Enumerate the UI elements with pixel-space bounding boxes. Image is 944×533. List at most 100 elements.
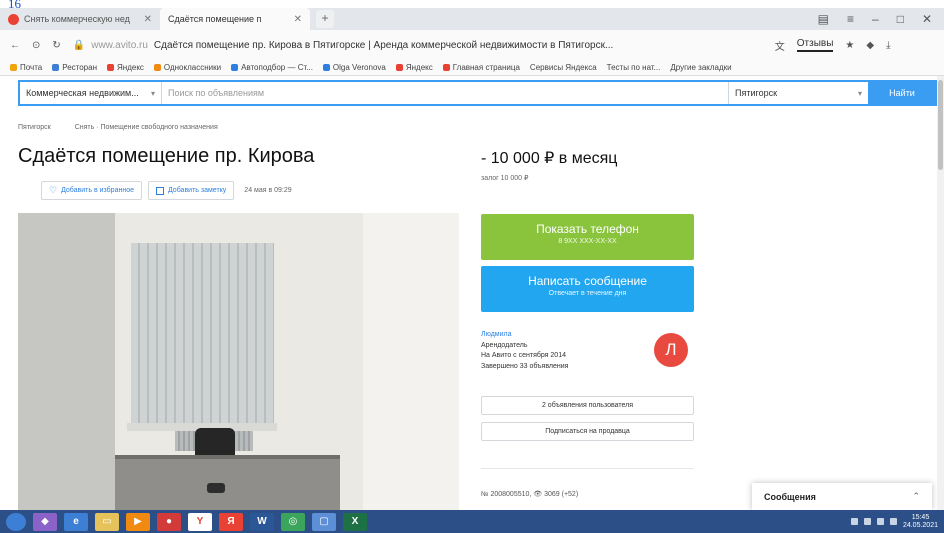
breadcrumb-item[interactable]: Снять · Помещение свободного назначения bbox=[75, 124, 218, 131]
window-controls: ▤ ≡ – □ ✕ bbox=[818, 12, 944, 26]
bookmark-star-icon[interactable]: ★ bbox=[845, 40, 854, 51]
listing-photo[interactable]: avito bbox=[18, 213, 459, 510]
seller-role: Арендодатель bbox=[481, 341, 528, 349]
globe-icon[interactable]: ◎ bbox=[281, 512, 305, 531]
excel-icon[interactable]: X bbox=[343, 512, 367, 531]
heart-icon: ♡ bbox=[49, 185, 58, 195]
address-bar[interactable]: 🔒 www.avito.ru Сдаётся помещение пр. Кир… bbox=[73, 40, 763, 51]
yandex-browser-icon[interactable]: Y bbox=[188, 512, 212, 531]
tab-1-label: Снять коммерческую нед bbox=[24, 14, 130, 24]
seller-since: На Авито с сентября 2014 bbox=[481, 352, 566, 359]
extension-icon[interactable]: ◆ bbox=[866, 40, 874, 51]
window-icon[interactable]: ▢ bbox=[312, 512, 336, 531]
listing-actions: ♡ Добавить в избранное Добавить заметку … bbox=[41, 181, 292, 200]
translate-icon[interactable]: 文 bbox=[775, 38, 785, 53]
listing-title: Сдаётся помещение пр. Кирова bbox=[18, 145, 315, 167]
taskbar-app-icon[interactable]: ● bbox=[157, 512, 181, 531]
category-value: Коммерческая недвижим... bbox=[26, 88, 139, 98]
reviews-button[interactable]: Отзывы bbox=[796, 38, 834, 52]
tray-icon[interactable] bbox=[876, 518, 884, 525]
bookmark-item[interactable]: Ресторан bbox=[52, 63, 97, 72]
taskbar: ◆ e ▭ ▶ ● Y Я W ◎ ▢ X 15:45 24.05.2021 bbox=[0, 510, 944, 533]
office-chair bbox=[195, 428, 235, 458]
office-desk bbox=[115, 455, 340, 510]
bookmark-item[interactable]: Тесты по нат... bbox=[607, 63, 661, 72]
bookmark-item[interactable]: Главная страница bbox=[442, 63, 520, 72]
bookmark-item[interactable]: Почта bbox=[10, 63, 42, 72]
search-button[interactable]: Найти bbox=[868, 82, 936, 104]
show-phone-button[interactable]: Показать телефон 8 9XX XXX-XX-XX bbox=[481, 214, 694, 260]
tab-2-label: Сдаётся помещение п bbox=[168, 14, 262, 24]
back-icon[interactable]: ← bbox=[10, 40, 20, 51]
browser-logo-icon bbox=[8, 13, 19, 25]
address-row: ← ⊙ ↻ 🔒 www.avito.ru Сдаётся помещение п… bbox=[0, 30, 944, 60]
address-page-title: Сдаётся помещение пр. Кирова в Пятигорск… bbox=[153, 39, 614, 51]
divider bbox=[481, 468, 694, 469]
seller-listings-button[interactable]: 2 объявления пользователя bbox=[481, 396, 694, 415]
chevron-down-icon: ▾ bbox=[150, 88, 155, 98]
listing-date: 24 мая в 09:29 bbox=[244, 187, 292, 194]
city-value: Пятигорск bbox=[735, 88, 778, 98]
add-favorite-button[interactable]: ♡ Добавить в избранное bbox=[41, 181, 142, 200]
maximize-icon[interactable]: □ bbox=[897, 12, 904, 26]
tray-icon[interactable] bbox=[850, 518, 858, 525]
category-select[interactable]: Коммерческая недвижим... ▾ bbox=[20, 82, 162, 104]
home-icon[interactable]: ⊙ bbox=[32, 40, 40, 51]
start-button[interactable] bbox=[6, 512, 26, 531]
close-icon[interactable]: ✕ bbox=[144, 14, 152, 25]
listing-price: - 10 000 ₽ в месяц bbox=[481, 150, 618, 167]
seller-completed: Завершено 33 объявления bbox=[481, 362, 569, 370]
breadcrumb: Пятигорск Снять · Помещение свободного н… bbox=[18, 124, 218, 131]
city-select[interactable]: Пятигорск ▾ bbox=[728, 82, 868, 104]
subscribe-seller-button[interactable]: Подписаться на продавца bbox=[481, 422, 694, 441]
browser-tab-strip: Снять коммерческую нед ✕ Сдаётся помещен… bbox=[0, 8, 944, 30]
system-tray: 15:45 24.05.2021 bbox=[850, 514, 938, 530]
yandex-icon[interactable]: Я bbox=[219, 512, 243, 531]
word-icon[interactable]: W bbox=[250, 512, 274, 531]
bookmark-item[interactable]: Сервисы Яндекса bbox=[530, 63, 597, 72]
bookmark-item[interactable]: Olga Veronova bbox=[322, 63, 386, 72]
download-icon[interactable]: ⤓ bbox=[886, 40, 890, 51]
new-tab-button[interactable]: + bbox=[316, 10, 334, 28]
breadcrumb-item[interactable]: Пятигорск bbox=[18, 124, 51, 131]
browser-tab-2[interactable]: Сдаётся помещение п ✕ bbox=[160, 8, 310, 30]
tray-icon[interactable] bbox=[863, 518, 871, 525]
seller-info: Людмила Арендодатель На Авито с сентября… bbox=[481, 330, 568, 372]
taskbar-app-icon[interactable]: ◆ bbox=[33, 512, 57, 531]
bookmark-item[interactable]: Одноклассники bbox=[153, 63, 221, 72]
bookmark-item[interactable]: Автоподбор — Ст... bbox=[231, 63, 313, 72]
chevron-down-icon: ▾ bbox=[857, 88, 862, 98]
window-blinds bbox=[131, 243, 274, 425]
avatar[interactable]: Л bbox=[654, 333, 688, 367]
bookmarks-bar: Почта Ресторан Яндекс Одноклассники Авто… bbox=[0, 60, 944, 76]
clock[interactable]: 15:45 24.05.2021 bbox=[903, 514, 938, 530]
bookmarks-icon[interactable]: ▤ bbox=[818, 12, 829, 26]
media-player-icon[interactable]: ▶ bbox=[126, 512, 150, 531]
taskbar-explorer-icon[interactable]: e bbox=[64, 512, 88, 531]
listing-deposit: залог 10 000 ₽ bbox=[481, 175, 529, 182]
close-icon[interactable]: ✕ bbox=[294, 14, 302, 25]
folder-icon[interactable]: ▭ bbox=[95, 512, 119, 531]
messages-label: Сообщения bbox=[764, 491, 816, 502]
write-message-button[interactable]: Написать сообщение Отвечает в течение дн… bbox=[481, 266, 694, 312]
chevron-up-icon[interactable]: ⌃ bbox=[912, 491, 920, 502]
note-icon bbox=[155, 186, 164, 195]
address-host: www.avito.ru bbox=[91, 39, 148, 51]
search-input[interactable]: Поиск по объявлениям bbox=[162, 82, 728, 104]
bookmark-item[interactable]: Другие закладки bbox=[670, 63, 731, 72]
messages-panel[interactable]: Сообщения ⌃ bbox=[752, 483, 932, 510]
reload-icon[interactable]: ↻ bbox=[52, 40, 60, 51]
close-window-icon[interactable]: ✕ bbox=[922, 12, 932, 26]
volume-icon[interactable] bbox=[889, 518, 897, 525]
bookmark-item[interactable]: Яндекс bbox=[107, 63, 144, 72]
minimize-icon[interactable]: – bbox=[872, 12, 879, 26]
seller-name[interactable]: Людмила bbox=[481, 330, 568, 341]
lock-icon: 🔒 bbox=[72, 39, 86, 51]
scrollbar-thumb[interactable] bbox=[938, 80, 943, 170]
add-note-button[interactable]: Добавить заметку bbox=[147, 181, 235, 200]
search-bar: Коммерческая недвижим... ▾ Поиск по объя… bbox=[18, 80, 938, 106]
browser-tab-1[interactable]: Снять коммерческую нед ✕ bbox=[0, 8, 160, 30]
ad-meta: № 2008005510, 👁 3069 (+52) bbox=[481, 491, 579, 498]
menu-icon[interactable]: ≡ bbox=[847, 12, 854, 26]
bookmark-item[interactable]: Яндекс bbox=[395, 63, 433, 72]
